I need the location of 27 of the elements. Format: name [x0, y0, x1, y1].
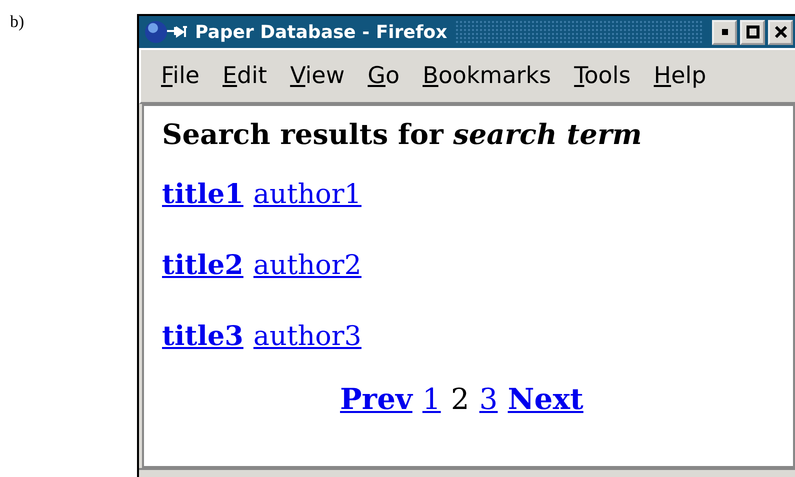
- nav-link[interactable]: Prev: [340, 382, 412, 416]
- current-page: 2: [450, 382, 470, 416]
- page-link[interactable]: 1: [422, 382, 441, 416]
- minimize-icon: [720, 27, 730, 37]
- title-link[interactable]: title3: [162, 321, 244, 352]
- figure-label: b): [10, 12, 26, 32]
- menu-item[interactable]: Tools: [574, 63, 631, 89]
- window-title: Paper Database - Firefox: [195, 22, 448, 42]
- title-link[interactable]: title2: [162, 250, 244, 281]
- author-link[interactable]: author1: [253, 179, 362, 210]
- menu-item[interactable]: Edit: [222, 63, 268, 89]
- maximize-button[interactable]: [740, 20, 765, 44]
- page-link[interactable]: 3: [479, 382, 498, 416]
- menu-item[interactable]: Go: [368, 63, 400, 89]
- menu-item[interactable]: Bookmarks: [422, 63, 552, 89]
- close-icon: [774, 25, 788, 39]
- menu-item[interactable]: View: [290, 63, 345, 89]
- menu-item[interactable]: Help: [654, 63, 706, 89]
- title-link[interactable]: title1: [162, 179, 244, 210]
- page-heading: Search results for search term: [162, 118, 643, 151]
- author-link[interactable]: author3: [253, 321, 362, 352]
- minimize-button[interactable]: [712, 20, 737, 44]
- close-button[interactable]: [768, 20, 793, 44]
- maximize-icon: [746, 25, 760, 39]
- nav-link[interactable]: Next: [508, 382, 584, 416]
- menu-item[interactable]: File: [161, 63, 200, 89]
- author-link[interactable]: author2: [253, 250, 362, 281]
